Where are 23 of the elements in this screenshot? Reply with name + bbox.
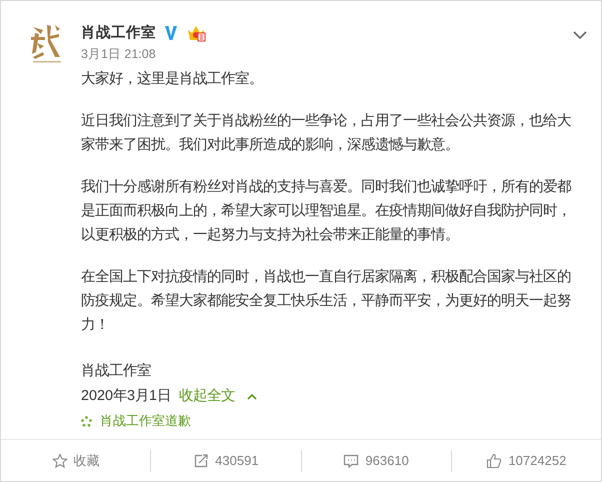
post-date: 2020年3月1日: [81, 387, 172, 406]
paragraph: 我们十分感谢所有粉丝对肖战的支持与喜爱。同时我们也诚挚呼吁，所有的爱都是正面而积极向上的，希望大家可以理智追星。在疫情期间做好自我防护同时，以更积极的方式，一起努力与支持为社会带来正能量的事情。: [81, 178, 572, 245]
crown-badge-icon: [186, 24, 206, 42]
thumbs-up-icon: [486, 452, 502, 468]
signature-text: 肖战工作室: [81, 362, 152, 381]
chevron-up-icon[interactable]: [247, 392, 258, 400]
verified-icon: [164, 25, 178, 41]
paragraph: 近日我们注意到了关于肖战粉丝的一些争论，占用了一些社会公共资源，也给大家带来了困扰。我们对此事所造成的影响，深感遗憾与歉意。: [81, 112, 572, 155]
action-button[interactable]: 10724252: [452, 450, 601, 470]
paragraph: 在全国上下对抗疫情的同时，肖战也一直自行居家隔离，积极配合国家与社区的防疫规定。希望大家都能安全复工快乐生活，平静而平安，为更好的明天一起努力！: [81, 268, 572, 335]
paragraph: 大家好，这里是肖战工作室。: [81, 70, 264, 89]
topic-link[interactable]: 肖战工作室道歉: [100, 409, 191, 433]
action-button[interactable]: 963610: [302, 450, 451, 470]
chevron-down-icon[interactable]: [573, 31, 587, 40]
star-icon: [52, 452, 68, 468]
action-button[interactable]: 收藏: [1, 450, 150, 470]
action-button[interactable]: 430591: [151, 450, 300, 470]
post-time[interactable]: 3月1日 21:08: [81, 45, 573, 63]
comment-icon: [343, 452, 360, 468]
topic-icon: [81, 416, 92, 426]
collapse-link[interactable]: 收起全文: [179, 384, 236, 408]
share-icon: [193, 452, 210, 468]
author-name[interactable]: 肖战工作室: [81, 21, 156, 45]
